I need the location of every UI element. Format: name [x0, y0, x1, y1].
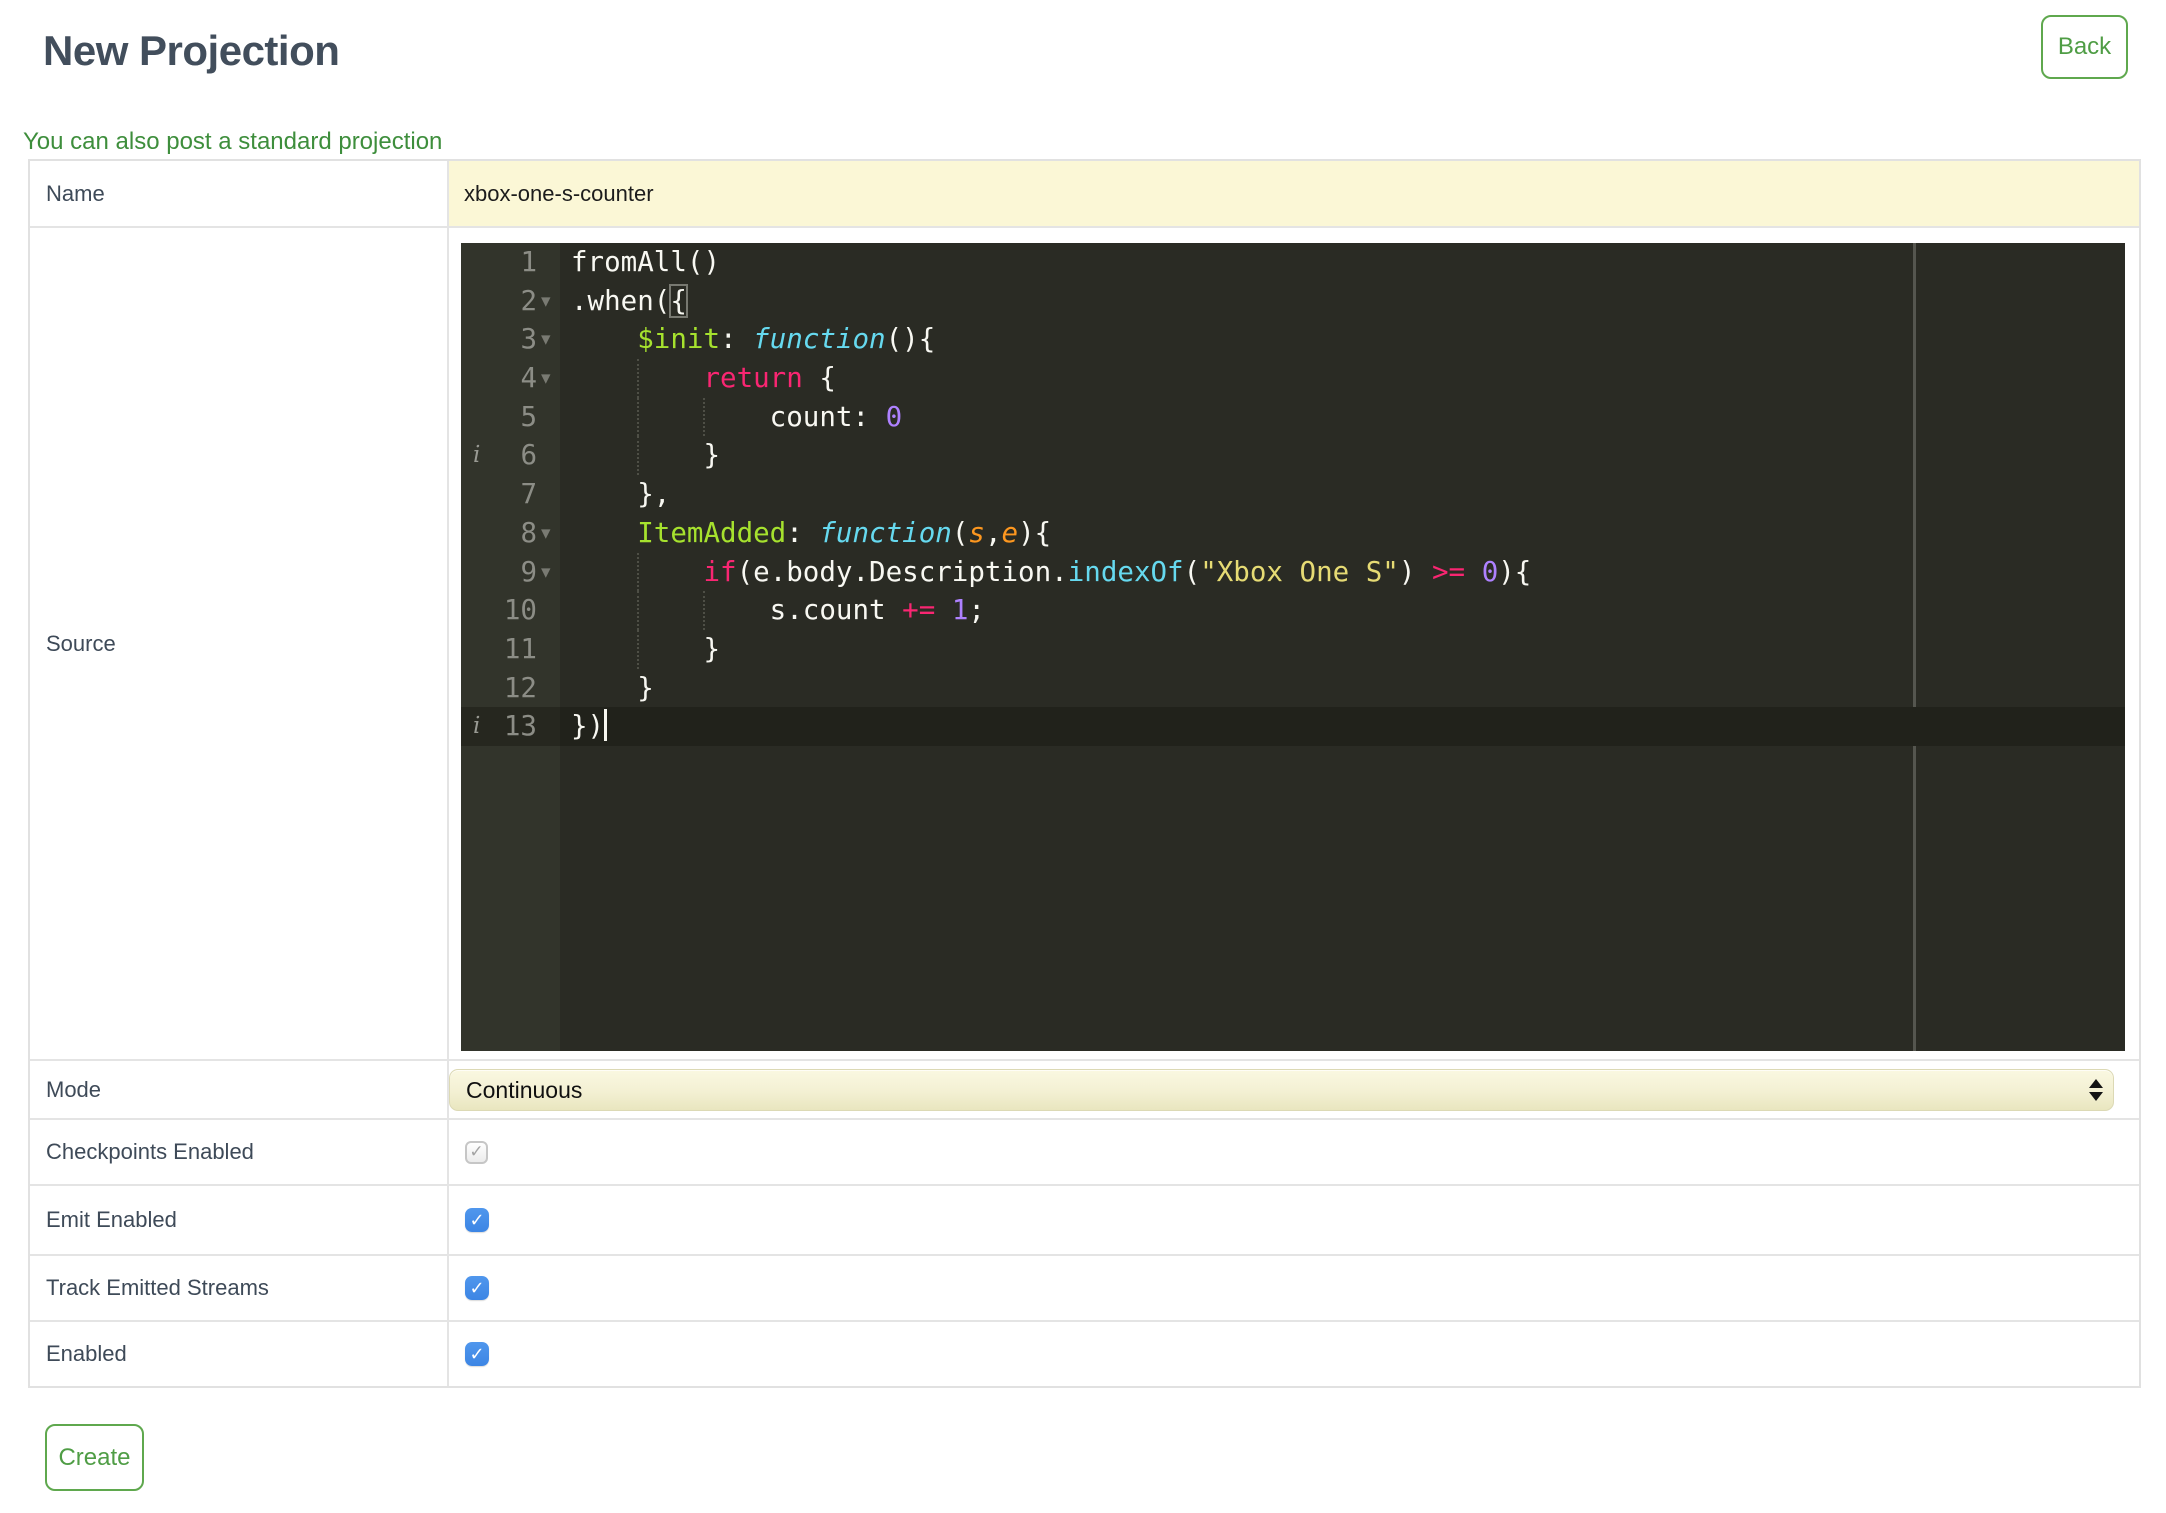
code-line: fromAll() [571, 246, 721, 278]
checkpoints-enabled-checkbox: ✓ [465, 1140, 488, 1164]
code-line: return { [560, 359, 2125, 398]
line-number: 12 [503, 671, 537, 704]
code-line: } [571, 671, 654, 704]
line-number: 1 [520, 246, 537, 278]
gutter-line: 3 ▾ [461, 320, 560, 359]
new-projection-page: New Projection Back You can also post a … [0, 0, 2166, 1513]
name-input[interactable]: xbox-one-s-counter [449, 161, 2139, 226]
line-number: 5 [520, 400, 537, 433]
mode-select-value: Continuous [466, 1076, 583, 1103]
gutter-line: 4 ▾ [461, 359, 560, 398]
mode-select[interactable]: Continuous [449, 1069, 2114, 1111]
arrow-down-icon [2089, 1092, 2103, 1101]
gutter-line: 13 i [461, 707, 560, 746]
indent-guide [637, 552, 640, 592]
code-line: } [560, 436, 2125, 476]
code-line: s.count += 1; [560, 591, 2125, 630]
fold-icon[interactable]: ▾ [541, 320, 551, 359]
gutter-line: 8 ▾ [461, 514, 560, 553]
form-row-mode: Mode Continuous [30, 1059, 2139, 1118]
standard-projection-link[interactable]: You can also post a standard projection [23, 128, 442, 156]
checkpoints-enabled-cell: ✓ [449, 1120, 2139, 1184]
form-row-track-emitted-streams: Track Emitted Streams ✓ [30, 1254, 2139, 1320]
code-line: count: 0 [560, 397, 2125, 437]
gutter-line: 11 [461, 630, 560, 669]
code-line: }) [560, 707, 2125, 746]
mode-label: Mode [30, 1061, 449, 1118]
page-title: New Projection [43, 27, 340, 74]
line-number: 8 [520, 516, 537, 549]
line-number: 10 [503, 594, 537, 627]
gutter-line: 5 [461, 398, 560, 437]
emit-enabled-label: Emit Enabled [30, 1186, 449, 1254]
page-header: New Projection Back [23, 0, 2141, 79]
editor-code-area[interactable]: fromAll() .when({ $init: function(){ retu… [560, 243, 2125, 746]
indent-guide [703, 397, 706, 437]
checkmark-icon: ✓ [469, 1142, 484, 1162]
text-cursor [604, 709, 608, 742]
back-button[interactable]: Back [2041, 15, 2128, 79]
mode-value-cell: Continuous [449, 1061, 2139, 1118]
line-number: 3 [520, 323, 537, 356]
gutter-line: 1 [461, 243, 560, 282]
form-row-emit-enabled: Emit Enabled ✓ [30, 1184, 2139, 1254]
indent-guide [703, 591, 706, 630]
checkmark-icon: ✓ [469, 1343, 485, 1365]
track-emitted-streams-checkbox[interactable]: ✓ [465, 1276, 489, 1300]
code-line: ItemAdded: function(s,e){ [637, 516, 1052, 549]
line-number: 4 [520, 362, 537, 395]
create-button[interactable]: Create [45, 1424, 144, 1491]
enabled-cell: ✓ [449, 1322, 2139, 1386]
checkpoints-enabled-label: Checkpoints Enabled [30, 1120, 449, 1184]
form-row-source: Source 1 2 ▾ 3 ▾ 4 ▾ 5 6 i 7 8 ▾ 9 ▾ 10 11 12 13 i fromAll(… [30, 226, 2139, 1059]
fold-icon[interactable]: ▾ [541, 514, 551, 553]
fold-icon[interactable]: ▾ [541, 282, 551, 321]
track-emitted-streams-cell: ✓ [449, 1256, 2139, 1320]
code-line: } [560, 629, 2125, 669]
indent-guide [637, 591, 640, 630]
source-code-editor[interactable]: 1 2 ▾ 3 ▾ 4 ▾ 5 6 i 7 8 ▾ 9 ▾ 10 11 12 13 i fromAll() .when(… [461, 243, 2125, 1051]
emit-enabled-cell: ✓ [449, 1186, 2139, 1254]
fold-icon[interactable]: ▾ [541, 359, 551, 398]
checkmark-icon: ✓ [469, 1209, 485, 1231]
info-annotation-icon: i [473, 713, 481, 740]
enabled-checkbox[interactable]: ✓ [465, 1342, 489, 1366]
line-number: 9 [520, 555, 537, 588]
info-annotation-icon: i [473, 442, 481, 469]
name-label: Name [30, 161, 449, 226]
code-line: .when({ [571, 283, 688, 318]
line-number: 7 [520, 478, 537, 511]
gutter-line: 6i [461, 436, 560, 475]
code-line: $init: function(){ [637, 323, 936, 356]
code-line: if(e.body.Description.indexOf("Xbox One … [560, 552, 2125, 592]
name-value-cell: xbox-one-s-counter [449, 161, 2139, 226]
checkmark-icon: ✓ [469, 1277, 485, 1299]
gutter-line: 2 ▾ [461, 282, 560, 321]
form-row-name: Name xbox-one-s-counter [30, 161, 2139, 226]
indent-guide [637, 397, 640, 437]
code-line: }, [571, 478, 671, 511]
projection-form-table: Name xbox-one-s-counter Source 1 2 ▾ 3 ▾ 4 ▾ 5 6… [28, 159, 2141, 1388]
form-row-enabled: Enabled ✓ [30, 1320, 2139, 1386]
gutter-line: 7 [461, 475, 560, 514]
gutter-line: 9 ▾ [461, 553, 560, 592]
form-row-checkpoints-enabled: Checkpoints Enabled ✓ [30, 1118, 2139, 1184]
gutter-line: 12 [461, 669, 560, 708]
indent-guide [637, 629, 640, 669]
source-value-cell: 1 2 ▾ 3 ▾ 4 ▾ 5 6 i 7 8 ▾ 9 ▾ 10 11 12 13 i fromAll() .when(… [449, 228, 2139, 1059]
indent-guide [637, 436, 640, 476]
select-spinner-icon [2089, 1079, 2103, 1101]
emit-enabled-checkbox[interactable]: ✓ [465, 1208, 489, 1232]
source-label: Source [30, 228, 449, 1059]
editor-line-numbers: 1 2 ▾ 3 ▾ 4 ▾ 5 6 i 7 8 ▾ 9 ▾ 10 11 12 13 i [461, 243, 560, 746]
line-number: 2 [520, 284, 537, 317]
gutter-line: 10 [461, 591, 560, 630]
indent-guide [637, 359, 640, 398]
track-emitted-streams-label: Track Emitted Streams [30, 1256, 449, 1320]
enabled-label: Enabled [30, 1322, 449, 1386]
fold-icon[interactable]: ▾ [541, 553, 551, 592]
arrow-up-icon [2089, 1079, 2103, 1088]
line-number: 11 [503, 632, 537, 665]
